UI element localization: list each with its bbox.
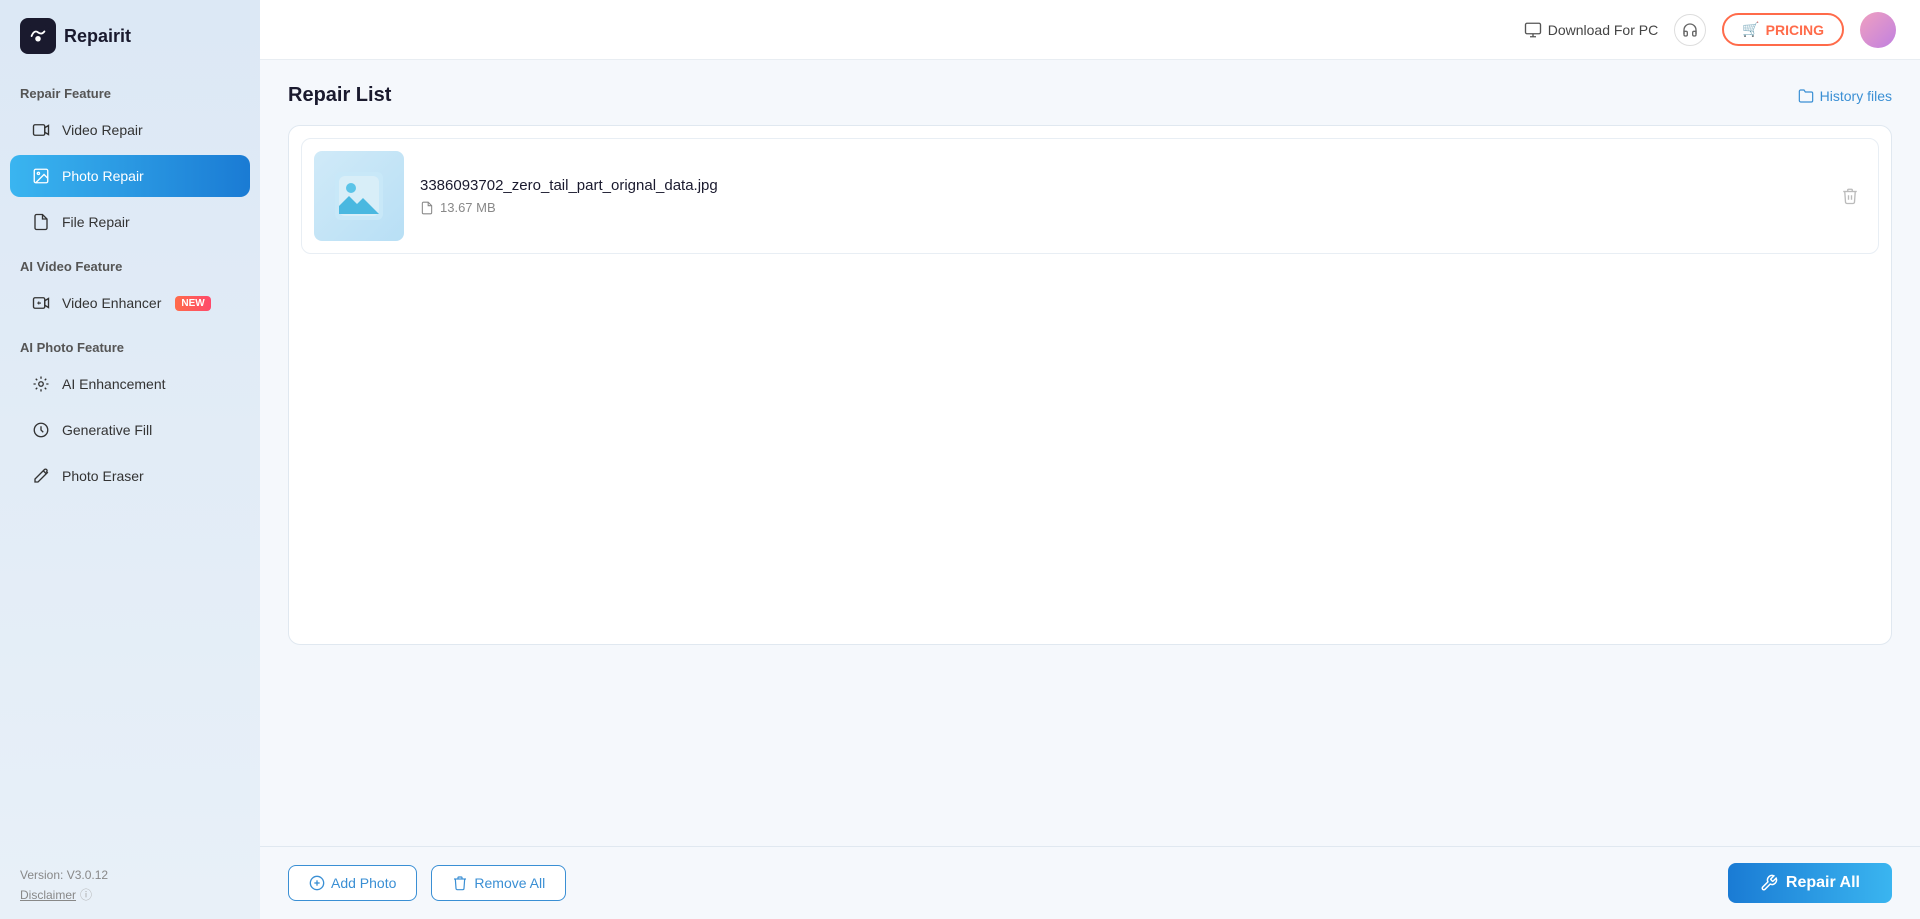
file-repair-icon <box>30 211 52 233</box>
delete-file-button[interactable] <box>1834 180 1866 212</box>
user-avatar[interactable] <box>1860 12 1896 48</box>
trash-icon <box>1841 187 1859 205</box>
generative-fill-icon <box>30 419 52 441</box>
app-name: Repairit <box>64 26 131 47</box>
file-thumbnail <box>314 151 404 241</box>
sidebar-item-file-repair[interactable]: File Repair <box>10 201 250 243</box>
sidebar-footer: Version: V3.0.12 Disclaimer ⓘ <box>0 852 260 919</box>
sidebar-item-generative-fill[interactable]: Generative Fill <box>10 409 250 451</box>
pricing-button[interactable]: 🛒 PRICING <box>1722 13 1844 46</box>
add-photo-label: Add Photo <box>331 875 396 891</box>
file-size-icon <box>420 201 434 215</box>
headset-icon <box>1682 22 1698 38</box>
repair-all-label: Repair All <box>1786 874 1860 892</box>
repair-all-button[interactable]: Repair All <box>1728 863 1892 903</box>
monitor-icon <box>1524 21 1542 39</box>
ai-video-section-title: AI Video Feature <box>0 245 260 280</box>
page-title: Repair List <box>288 84 391 107</box>
video-enhancer-label: Video Enhancer <box>62 295 161 311</box>
ai-enhancement-icon <box>30 373 52 395</box>
file-size-value: 13.67 MB <box>440 200 496 215</box>
add-photo-button[interactable]: Add Photo <box>288 865 417 901</box>
app-logo: Repairit <box>0 0 260 72</box>
sidebar-item-video-enhancer[interactable]: Video Enhancer NEW <box>10 282 250 324</box>
cart-icon: 🛒 <box>1742 21 1759 38</box>
photo-eraser-label: Photo Eraser <box>62 468 144 484</box>
ai-enhancement-label: AI Enhancement <box>62 376 166 392</box>
content-header: Repair List History files <box>288 84 1892 107</box>
ai-photo-section-title: AI Photo Feature <box>0 326 260 361</box>
download-for-pc-button[interactable]: Download For PC <box>1524 21 1659 39</box>
version-text: Version: V3.0.12 <box>20 868 240 882</box>
remove-all-label: Remove All <box>474 875 545 891</box>
generative-fill-label: Generative Fill <box>62 422 152 438</box>
sidebar-item-photo-repair[interactable]: Photo Repair <box>10 155 250 197</box>
bottom-left-buttons: Add Photo Remove All <box>288 865 566 901</box>
video-enhancer-icon <box>30 292 52 314</box>
disclaimer-info-icon: ⓘ <box>80 886 92 903</box>
history-files-button[interactable]: History files <box>1798 88 1892 104</box>
table-row: 3386093702_zero_tail_part_orignal_data.j… <box>301 138 1879 254</box>
sidebar-item-photo-eraser[interactable]: Photo Eraser <box>10 455 250 497</box>
repair-icon <box>1760 874 1778 892</box>
sidebar-item-ai-enhancement[interactable]: AI Enhancement <box>10 363 250 405</box>
folder-icon <box>1798 88 1814 104</box>
file-info: 3386093702_zero_tail_part_orignal_data.j… <box>420 177 1818 215</box>
photo-thumbnail-icon <box>335 172 383 220</box>
main-area: Download For PC 🛒 PRICING Repair List Hi… <box>260 0 1920 919</box>
file-repair-label: File Repair <box>62 214 130 230</box>
download-label: Download For PC <box>1548 22 1659 38</box>
photo-repair-label: Photo Repair <box>62 168 144 184</box>
video-repair-icon <box>30 119 52 141</box>
topbar: Download For PC 🛒 PRICING <box>260 0 1920 60</box>
bottom-bar: Add Photo Remove All Repair All <box>260 846 1920 919</box>
history-files-label: History files <box>1820 88 1892 104</box>
help-button[interactable] <box>1674 14 1706 46</box>
remove-all-button[interactable]: Remove All <box>431 865 566 901</box>
file-name: 3386093702_zero_tail_part_orignal_data.j… <box>420 177 1818 194</box>
disclaimer-link[interactable]: Disclaimer <box>20 888 76 902</box>
content-area: Repair List History files <box>260 60 1920 846</box>
sidebar-item-video-repair[interactable]: Video Repair <box>10 109 250 151</box>
file-size: 13.67 MB <box>420 200 1818 215</box>
file-list-area: 3386093702_zero_tail_part_orignal_data.j… <box>288 125 1892 645</box>
pricing-label: PRICING <box>1766 22 1824 38</box>
new-badge: NEW <box>175 296 210 311</box>
logo-icon <box>20 18 56 54</box>
photo-eraser-icon <box>30 465 52 487</box>
video-repair-label: Video Repair <box>62 122 143 138</box>
photo-repair-icon <box>30 165 52 187</box>
sidebar: Repairit Repair Feature Video Repair Pho… <box>0 0 260 919</box>
add-icon <box>309 875 325 891</box>
remove-icon <box>452 875 468 891</box>
repair-feature-section-title: Repair Feature <box>0 72 260 107</box>
